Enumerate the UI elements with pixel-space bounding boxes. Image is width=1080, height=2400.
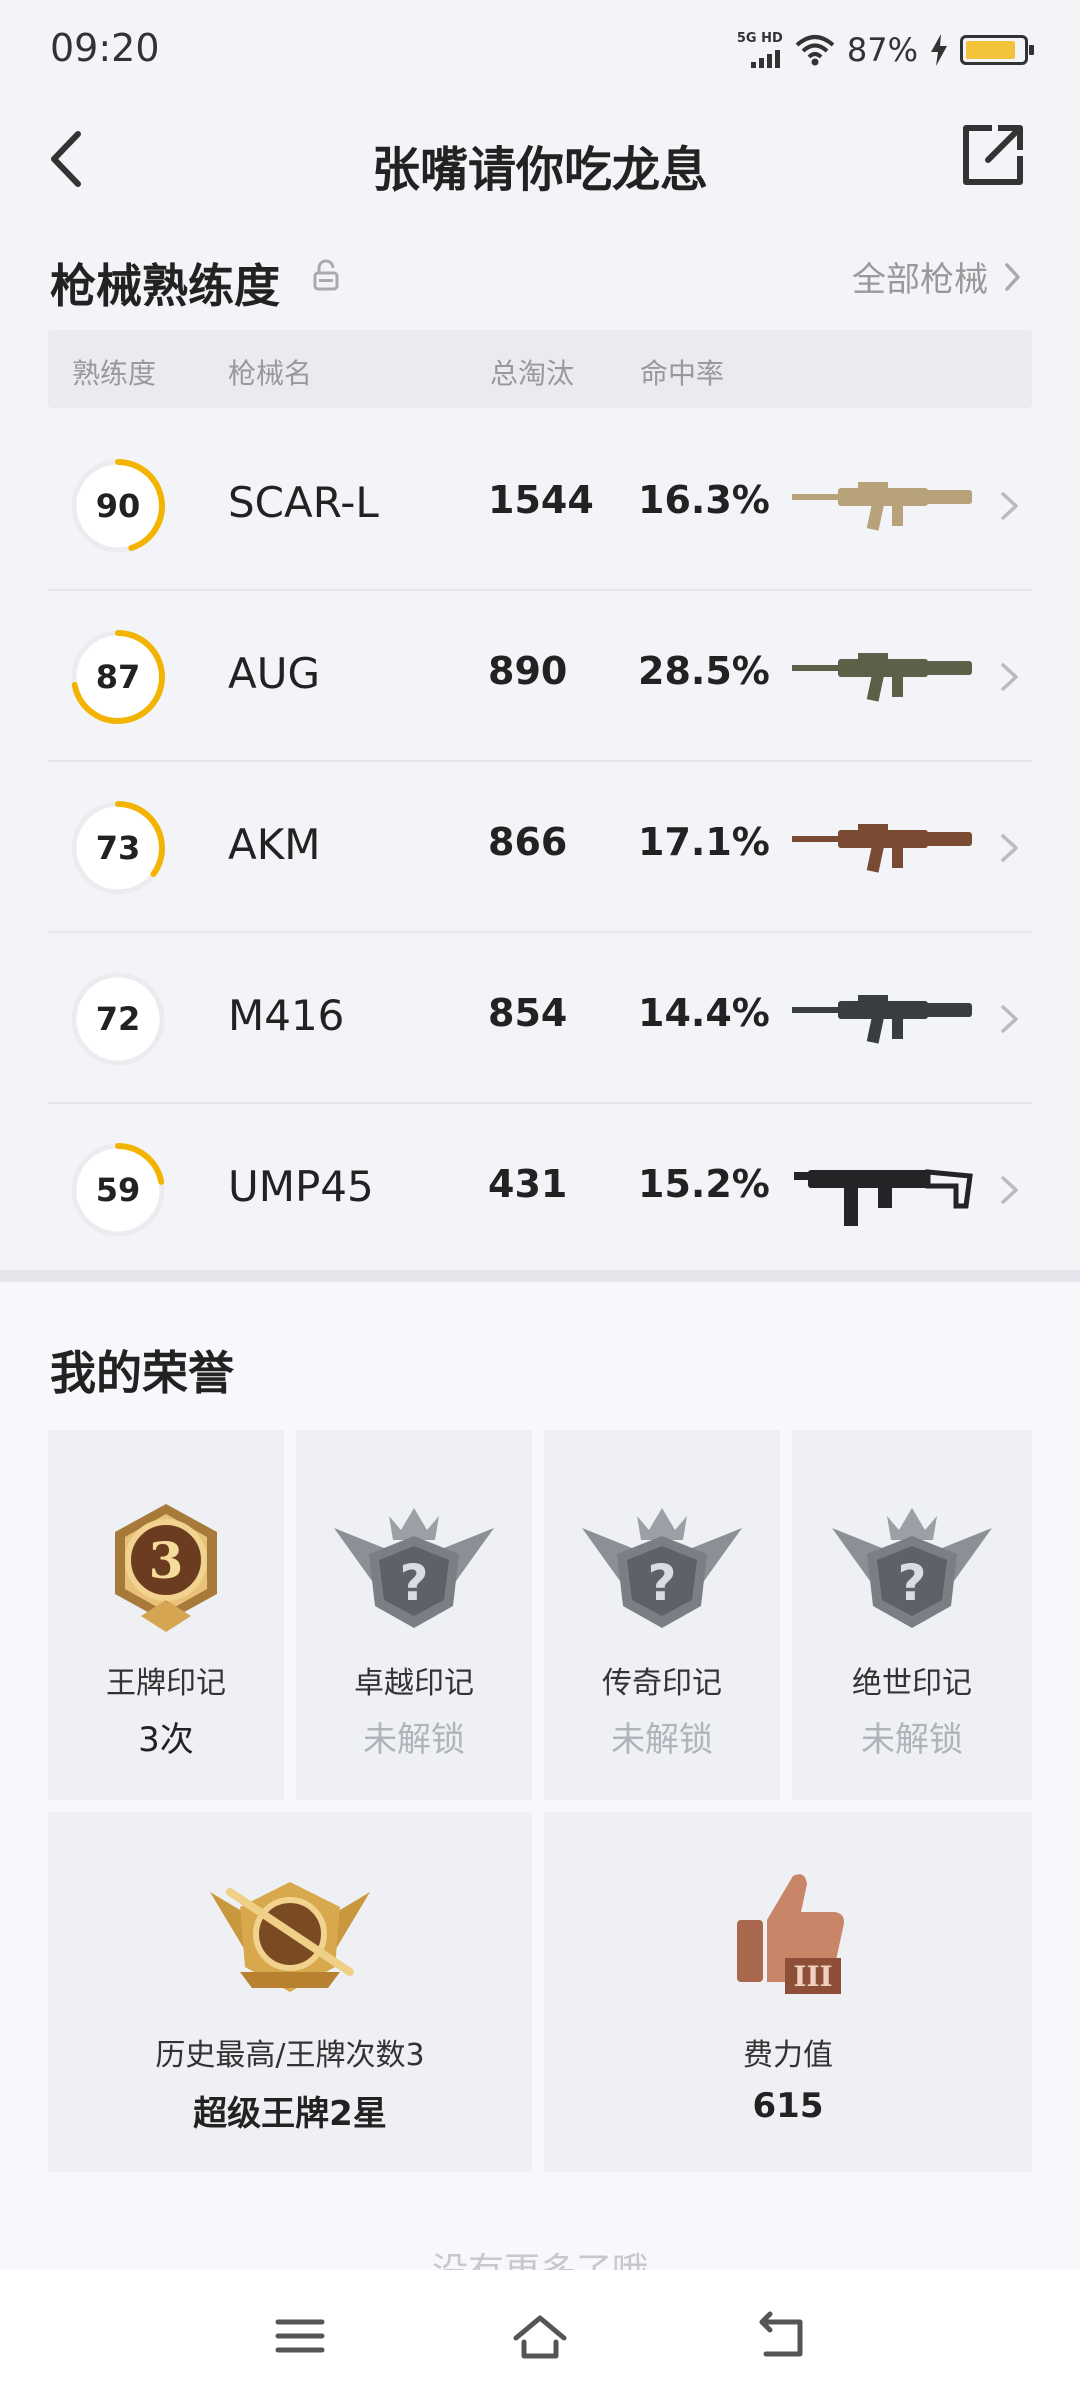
section-title: 枪械熟练度 bbox=[50, 259, 280, 313]
weapon-hit-rate: 14.4% bbox=[638, 991, 770, 1035]
super-ace-emblem-icon bbox=[210, 1882, 370, 1992]
home-icon[interactable] bbox=[510, 2308, 570, 2364]
weapon-row[interactable]: 87 AUG 890 28.5% bbox=[48, 591, 1032, 762]
column-header: 熟练度 bbox=[72, 357, 157, 390]
section-divider bbox=[0, 1270, 1080, 1282]
weapon-row[interactable]: 73 AKM 866 17.1% bbox=[48, 762, 1032, 933]
chevron-right-icon bbox=[1001, 492, 1018, 520]
column-header: 枪械名 bbox=[228, 357, 313, 390]
weapon-hit-rate: 28.5% bbox=[638, 649, 770, 693]
honor-value: 超级王牌2星 bbox=[193, 2094, 387, 2134]
svg-text:?: ? bbox=[647, 1554, 676, 1612]
weapon-hit-rate: 16.3% bbox=[638, 478, 770, 522]
weapon-name: UMP45 bbox=[228, 1162, 374, 1211]
all-weapons-label: 全部枪械 bbox=[852, 260, 988, 300]
honor-label: 卓越印记 bbox=[354, 1666, 474, 1701]
weapon-kills: 890 bbox=[488, 649, 568, 693]
mastery-value: 87 bbox=[95, 658, 141, 696]
battery-icon bbox=[960, 35, 1034, 65]
weapon-row[interactable]: 72 M416 854 14.4% bbox=[48, 933, 1032, 1104]
status-indicators: 5G HD 87% bbox=[737, 30, 1034, 70]
rifle-icon bbox=[792, 824, 972, 873]
battery-percent: 87% bbox=[846, 31, 918, 69]
honors-section: 我的荣誉 3 王牌印记 3次 ? 卓越印记 未解锁 ? 传奇印记 未解锁 ? 绝… bbox=[0, 1282, 1080, 2292]
honor-label: 绝世印记 bbox=[852, 1666, 972, 1701]
system-nav-bar bbox=[0, 2270, 1080, 2400]
honor-label: 王牌印记 bbox=[106, 1666, 226, 1701]
weapon-name: M416 bbox=[228, 991, 345, 1040]
chevron-right-icon bbox=[1001, 1005, 1018, 1033]
honor-label: 传奇印记 bbox=[602, 1666, 722, 1701]
lock-icon[interactable] bbox=[312, 258, 340, 292]
weapon-name: AKM bbox=[228, 820, 321, 869]
honor-card-excellent[interactable]: ? 卓越印记 未解锁 bbox=[296, 1430, 532, 1800]
battery-level bbox=[966, 41, 1015, 59]
honor-card-effort[interactable]: III 费力值 615 bbox=[544, 1812, 1032, 2172]
honor-value: 未解锁 bbox=[861, 1720, 963, 1760]
honor-card-ace[interactable]: 3 王牌印记 3次 bbox=[48, 1430, 284, 1800]
honor-label: 费力值 bbox=[743, 2038, 833, 2073]
smg-icon bbox=[794, 1169, 973, 1226]
honor-value: 3次 bbox=[138, 1720, 194, 1760]
column-header: 总淘汰 bbox=[490, 357, 575, 390]
table-header: 熟练度 枪械名 总淘汰 命中率 bbox=[48, 330, 1032, 408]
wifi-icon bbox=[795, 35, 835, 66]
signal-icon: 5G HD bbox=[737, 32, 783, 68]
ace-badge-icon: 3 bbox=[115, 1504, 217, 1632]
honor-card-best-rank[interactable]: 历史最高/王牌次数3 超级王牌2星 bbox=[48, 1812, 532, 2172]
weapon-name: AUG bbox=[228, 649, 321, 698]
weapon-kills: 854 bbox=[488, 991, 568, 1035]
status-bar: 09:20 5G HD 87% bbox=[0, 0, 1080, 100]
network-label: 5G HD bbox=[736, 31, 783, 46]
rifle-icon bbox=[792, 653, 972, 702]
honor-value: 615 bbox=[752, 2086, 824, 2126]
back-icon[interactable] bbox=[752, 2308, 812, 2364]
chevron-right-icon bbox=[1001, 663, 1018, 691]
weapon-hit-rate: 17.1% bbox=[638, 820, 770, 864]
locked-badge-icon: ? bbox=[832, 1508, 992, 1628]
mastery-value: 72 bbox=[95, 1000, 141, 1038]
rifle-icon bbox=[792, 995, 972, 1044]
locked-badge-icon: ? bbox=[334, 1508, 494, 1628]
rifle-icon bbox=[792, 482, 972, 531]
weapon-row[interactable]: 90 SCAR-L 1544 16.3% bbox=[48, 420, 1032, 591]
thumbs-up-icon: III bbox=[737, 1874, 844, 1994]
mastery-value: 90 bbox=[95, 487, 141, 525]
svg-text:?: ? bbox=[897, 1554, 926, 1612]
honor-label: 历史最高/王牌次数3 bbox=[155, 2038, 425, 2073]
honor-card-peerless[interactable]: ? 绝世印记 未解锁 bbox=[792, 1430, 1032, 1800]
locked-badge-icon: ? bbox=[582, 1508, 742, 1628]
svg-text:?: ? bbox=[399, 1554, 428, 1612]
weapon-kills: 866 bbox=[488, 820, 568, 864]
menu-icon[interactable] bbox=[270, 2308, 330, 2364]
mastery-value: 73 bbox=[95, 829, 141, 867]
honor-value: 未解锁 bbox=[611, 1720, 713, 1760]
weapon-kills: 1544 bbox=[488, 478, 594, 522]
share-external-icon[interactable] bbox=[958, 120, 1028, 190]
page-title: 张嘴请你吃龙息 bbox=[371, 142, 708, 198]
weapon-name: SCAR-L bbox=[228, 478, 379, 527]
mastery-value: 59 bbox=[95, 1171, 141, 1209]
chevron-right-icon bbox=[1005, 262, 1020, 291]
charging-icon bbox=[931, 34, 947, 66]
column-header: 命中率 bbox=[640, 357, 725, 390]
svg-text:3: 3 bbox=[149, 1531, 184, 1590]
weapon-hit-rate: 15.2% bbox=[638, 1162, 770, 1206]
section-title: 我的荣誉 bbox=[50, 1346, 234, 1400]
svg-text:III: III bbox=[793, 1960, 832, 1993]
chevron-right-icon bbox=[1001, 834, 1018, 862]
chevron-right-icon bbox=[1001, 1176, 1018, 1204]
weapon-mastery-section: 枪械熟练度 全部枪械 熟练度 枪械名 总淘汰 命中率 90 SCAR-L 154… bbox=[0, 220, 1080, 1270]
weapon-row[interactable]: 59 UMP45 431 15.2% bbox=[48, 1104, 1032, 1275]
weapon-kills: 431 bbox=[488, 1162, 568, 1206]
status-time: 09:20 bbox=[50, 26, 160, 70]
honor-card-legend[interactable]: ? 传奇印记 未解锁 bbox=[544, 1430, 780, 1800]
weapon-list: 90 SCAR-L 1544 16.3% 87 AUG 890 28.5% 73… bbox=[48, 420, 1032, 1275]
all-weapons-link[interactable]: 全部枪械 bbox=[852, 252, 1022, 301]
honor-value: 未解锁 bbox=[363, 1720, 465, 1760]
page-header: 张嘴请你吃龙息 bbox=[0, 100, 1080, 220]
